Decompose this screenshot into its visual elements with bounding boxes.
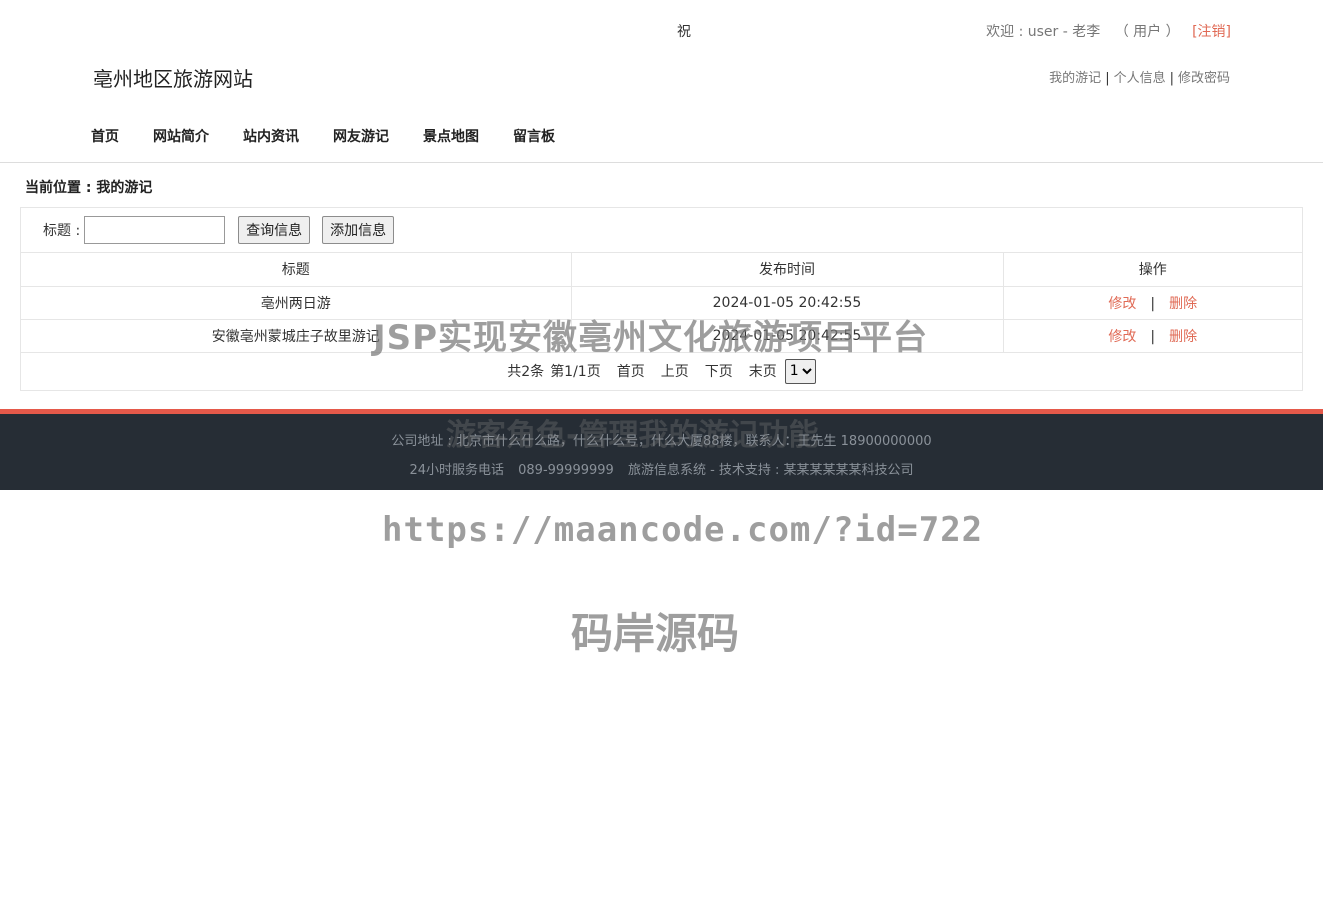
nav-item-travel-notes[interactable]: 网友游记 (333, 126, 389, 146)
column-header-actions: 操作 (1002, 253, 1302, 287)
footer-hotline-label: 24小时服务电话 (409, 463, 504, 478)
last-page-link[interactable]: 末页 (749, 361, 777, 381)
nav-item-about[interactable]: 网站简介 (153, 126, 209, 146)
separator: | (1150, 295, 1156, 312)
add-button[interactable]: 添加信息 (322, 216, 395, 244)
edit-link[interactable]: 修改 (1108, 296, 1136, 312)
record-count: 共2条 (507, 364, 545, 380)
column-header-title: 标题 (21, 253, 571, 287)
separator: | (1150, 328, 1156, 345)
personal-info-link[interactable]: 个人信息 (1114, 71, 1166, 86)
breadcrumb: 当前位置 : 我的游记 (25, 180, 153, 196)
next-page-link[interactable]: 下页 (705, 361, 733, 381)
watermark-title: JSP实现安徽亳州文化旅游项目平台 (373, 318, 929, 358)
user-links: 我的游记 | 个人信息 | 修改密码 (1049, 67, 1230, 86)
prev-page-link[interactable]: 上页 (661, 361, 689, 381)
user-role: （ 用户 ） (1114, 24, 1180, 40)
page-info: 第1/1页 (550, 364, 601, 380)
table-header-row: 标题 发布时间 操作 (21, 253, 1302, 287)
welcome-text: 欢迎 : user - 老李 (986, 24, 1101, 40)
nav-item-map[interactable]: 景点地图 (423, 126, 479, 146)
column-header-time: 发布时间 (570, 253, 1003, 287)
query-button[interactable]: 查询信息 (238, 216, 311, 244)
row-actions: 修改 | 删除 (1002, 319, 1302, 353)
delete-link[interactable]: 删除 (1169, 329, 1197, 345)
top-greeting: 祝 (677, 24, 691, 40)
nav-item-home[interactable]: 首页 (91, 126, 119, 146)
travel-notes-panel: 标题 : 查询信息 添加信息 标题 发布时间 操作 亳州两日游 2024-01-… (20, 207, 1303, 391)
site-title: 亳州地区旅游网站 (93, 67, 253, 91)
welcome-bar: 欢迎 : user - 老李 （ 用户 ） [注销] (986, 21, 1231, 41)
row-actions: 修改 | 删除 (1002, 286, 1302, 320)
edit-link[interactable]: 修改 (1108, 329, 1136, 345)
change-password-link[interactable]: 修改密码 (1178, 71, 1230, 86)
nav-item-news[interactable]: 站内资讯 (243, 126, 299, 146)
page-select[interactable]: 1 (784, 358, 816, 384)
footer-system: 旅游信息系统 - 技术支持 : 某某某某某某科技公司 (627, 463, 914, 478)
my-travel-notes-link[interactable]: 我的游记 (1049, 71, 1101, 86)
watermark-subtitle: 游客角色-管理我的游记功能 (446, 418, 819, 453)
watermark-url: https://maancode.com/?id=722 (382, 510, 984, 550)
first-page-link[interactable]: 首页 (617, 361, 645, 381)
title-search-label: 标题 : (43, 223, 81, 239)
separator: | (1169, 71, 1174, 86)
footer-phone: 089-99999999 (518, 463, 614, 478)
delete-link[interactable]: 删除 (1169, 296, 1197, 312)
nav-divider (0, 162, 1323, 163)
nav-item-guestbook[interactable]: 留言板 (513, 126, 555, 146)
search-row: 标题 : 查询信息 添加信息 (21, 208, 1302, 253)
watermark-brand: 码岸源码 (571, 609, 740, 658)
logout-link[interactable]: [注销] (1192, 24, 1231, 40)
separator: | (1105, 71, 1110, 86)
title-search-input[interactable] (84, 216, 226, 244)
main-nav: 首页 网站简介 站内资讯 网友游记 景点地图 留言板 (91, 126, 589, 146)
footer-info: 24小时服务电话 089-99999999 旅游信息系统 - 技术支持 : 某某… (0, 459, 1323, 478)
